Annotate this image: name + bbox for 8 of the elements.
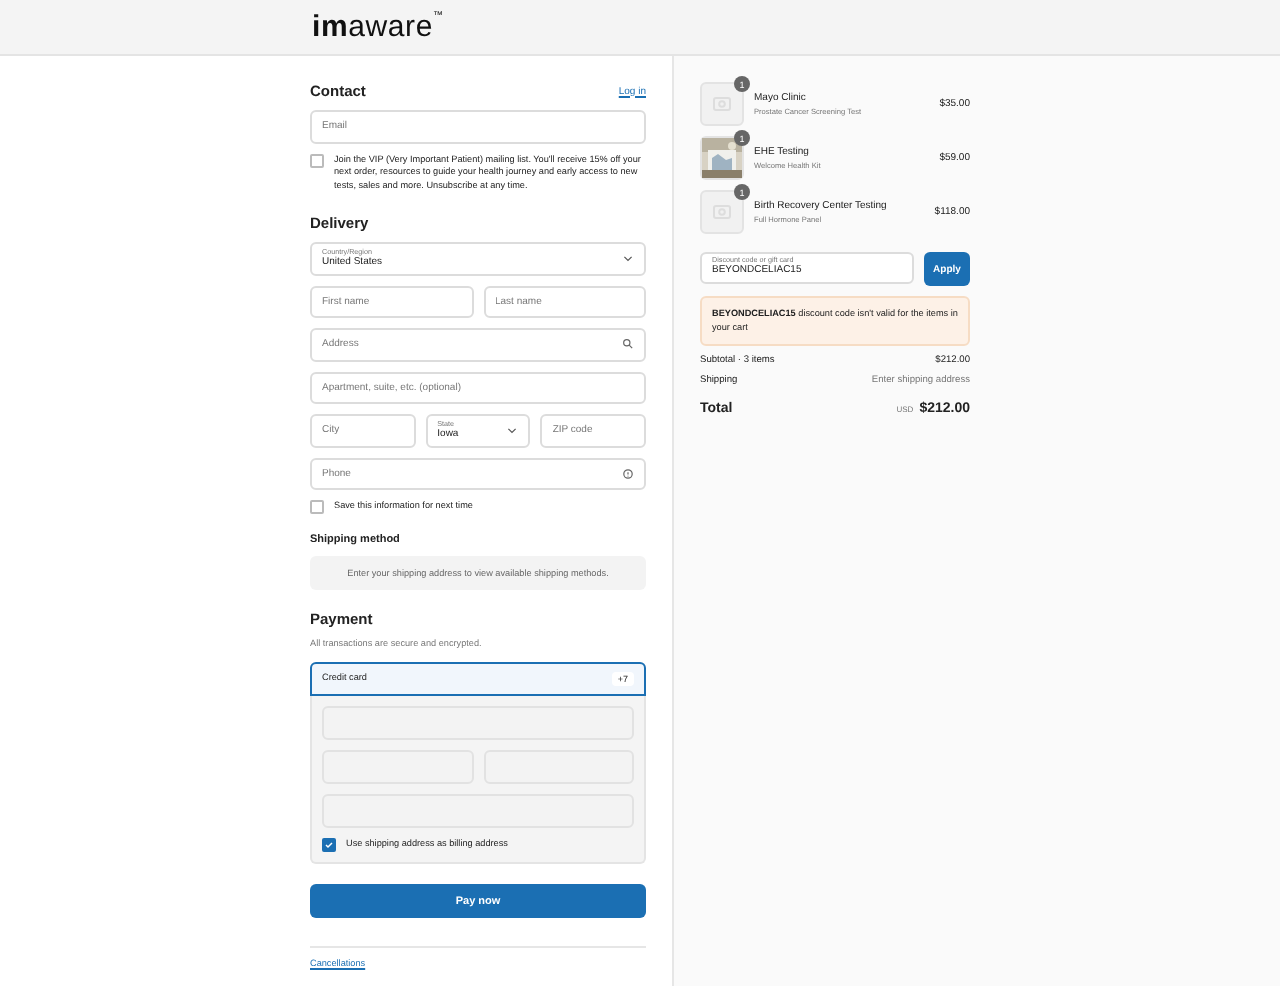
checkbox[interactable]: [322, 838, 336, 853]
chevron-down-icon: [506, 424, 519, 437]
help-icon[interactable]: [622, 467, 634, 480]
checkbox[interactable]: [310, 153, 324, 167]
checkbox[interactable]: [310, 500, 324, 515]
search-icon: [622, 338, 634, 351]
chevron-down-icon: [622, 252, 634, 265]
logo[interactable]: imaware$^{™}$: [312, 12, 444, 42]
